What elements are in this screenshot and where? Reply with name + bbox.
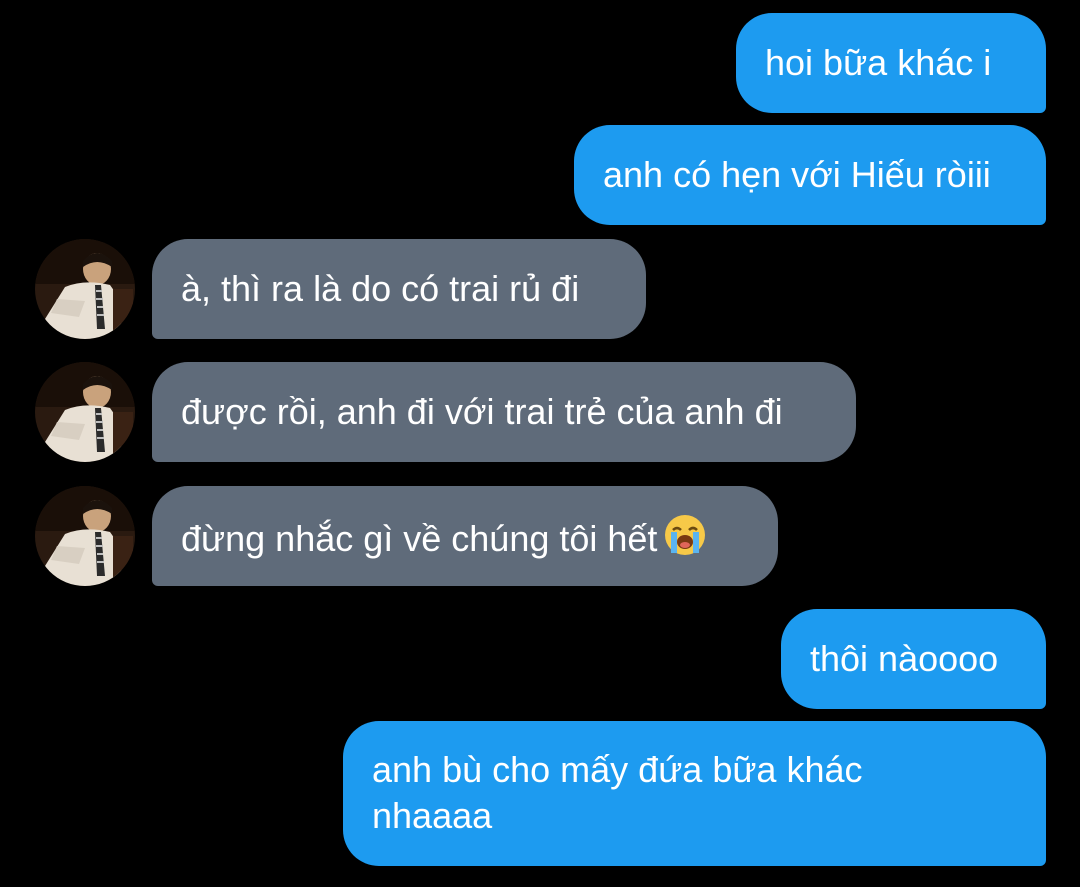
profile-photo-icon	[35, 486, 135, 586]
message-text: hoi bữa khác i	[765, 42, 992, 83]
message-text: à, thì ra là do có trai rủ đi	[181, 268, 580, 309]
profile-photo-icon	[35, 362, 135, 462]
message-text: được rồi, anh đi với trai trẻ của anh đi	[181, 391, 783, 432]
message-bubble-sent[interactable]: anh bù cho mấy đứa bữa khác nhaaaa	[343, 721, 1046, 866]
message-text: anh bù cho mấy đứa bữa khác nhaaaa	[372, 749, 863, 836]
avatar[interactable]	[35, 362, 135, 462]
message-bubble-sent[interactable]: thôi nàoooo	[781, 609, 1046, 709]
message-text: anh có hẹn với Hiếu ròiii	[603, 154, 991, 195]
message-bubble-received[interactable]: đừng nhắc gì về chúng tôi hết	[152, 486, 778, 586]
message-bubble-sent[interactable]: hoi bữa khác i	[736, 13, 1046, 113]
message-bubble-sent[interactable]: anh có hẹn với Hiếu ròiii	[574, 125, 1046, 225]
message-text: thôi nàoooo	[810, 638, 999, 679]
avatar[interactable]	[35, 486, 135, 586]
avatar[interactable]	[35, 239, 135, 339]
message-bubble-received[interactable]: à, thì ra là do có trai rủ đi	[152, 239, 646, 339]
profile-photo-icon	[35, 239, 135, 339]
message-text: đừng nhắc gì về chúng tôi hết	[181, 518, 658, 559]
loudly-crying-face-emoji-icon	[663, 513, 707, 557]
message-bubble-received[interactable]: được rồi, anh đi với trai trẻ của anh đi	[152, 362, 856, 462]
